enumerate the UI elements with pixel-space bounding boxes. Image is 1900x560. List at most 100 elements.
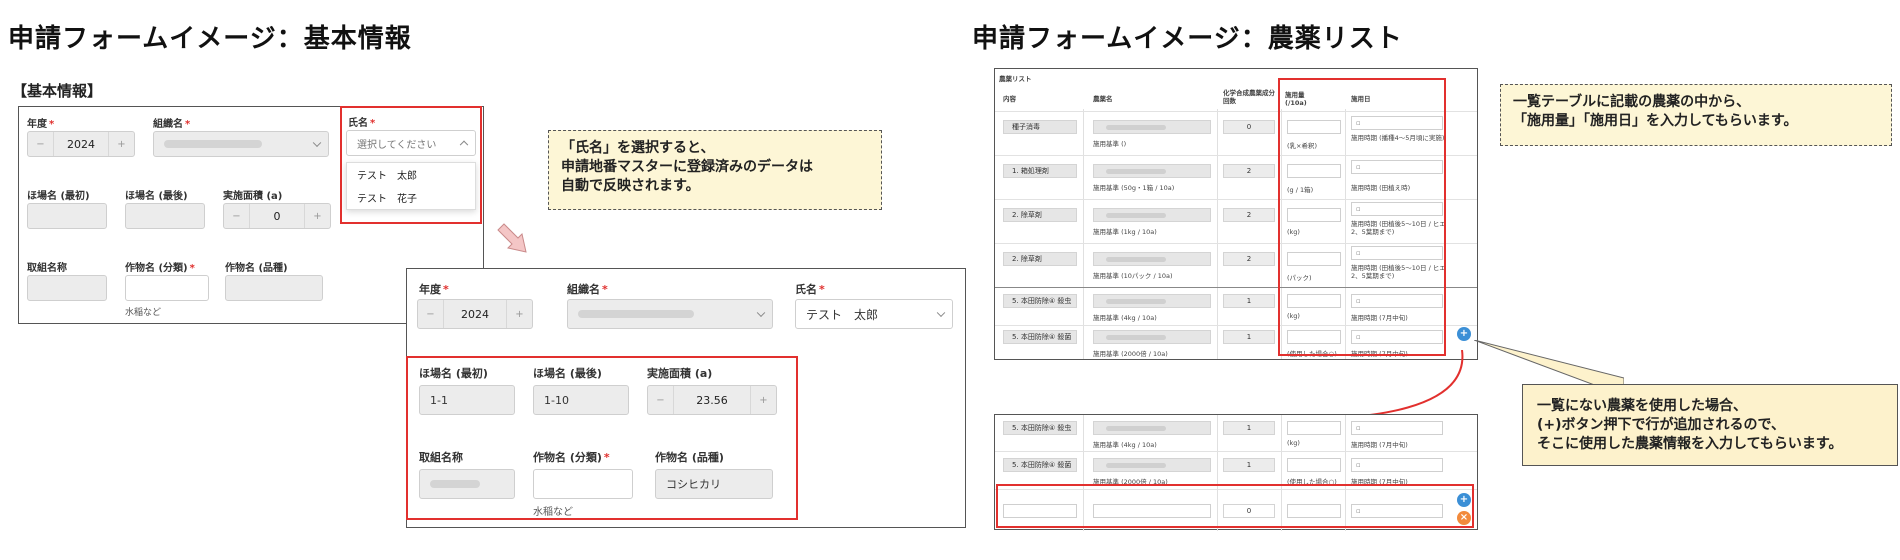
row-pesticide-name: x (1093, 252, 1211, 266)
date-input[interactable]: ▫ (1351, 458, 1443, 472)
date-input[interactable]: ▫ (1351, 421, 1443, 435)
autofill-highlight-box (406, 356, 798, 520)
org-select[interactable] (567, 299, 773, 329)
year-label: 年度 * (27, 119, 55, 130)
row-pesticide-name: x (1093, 421, 1211, 435)
area-value: 0 (273, 209, 281, 223)
amount-input[interactable] (1287, 458, 1341, 472)
crop-hint: 水稲など (125, 308, 162, 318)
row-content: 5. 本田防除④ 殺菌 (1003, 458, 1077, 472)
year-value: 2024 (67, 137, 95, 151)
table-row: 5. 本田防除④ 殺虫 x 施用基準 (4kg / 10a) 1 (kg) ▫ … (995, 415, 1477, 451)
note-line: 「氏名」を選択すると、 (561, 140, 715, 156)
name-label: 氏名 * (348, 118, 376, 129)
plus-icon[interactable]: + (108, 132, 134, 156)
header-count: 化学合成農薬成分回数 (1223, 89, 1275, 105)
table-caption: 農薬リスト (999, 75, 1032, 83)
row-date-note: 施用時期 (7月中旬) (1351, 441, 1408, 449)
row-standard: 施用基準 (4kg / 10a) (1093, 441, 1157, 449)
add-row-button[interactable]: + (1457, 327, 1471, 341)
name-dropdown: テスト 太郎 テスト 花子 (346, 162, 476, 210)
row-unit: (kg) (1287, 439, 1300, 447)
field-last-label: ほ場名 (最後) (125, 191, 188, 202)
minus-icon[interactable]: − (418, 300, 444, 328)
org-label: 組織名 * (153, 119, 191, 130)
org-label: 組織名 * (567, 283, 608, 296)
name-value: テスト 太郎 (806, 307, 879, 322)
section-label: 【基本情報】 (12, 82, 103, 100)
note-line: 「施用量」「施用日」を入力してもらいます。 (1513, 113, 1798, 129)
crop-class-label: 作物名 (分類) * (125, 263, 195, 274)
row-count: 2 (1223, 208, 1275, 222)
note-line: 一覧にない農薬を使用した場合、 (1537, 398, 1747, 414)
note-line: そこに使用した農薬情報を入力してもらいます。 (1537, 436, 1843, 452)
row-content: 種子消毒 (1003, 120, 1077, 134)
year-stepper[interactable]: − 2024 + (27, 131, 135, 157)
row-count: 2 (1223, 252, 1275, 266)
org-select[interactable] (153, 131, 329, 157)
row-standard: 施用基準 () (1093, 140, 1127, 148)
row-count: 1 (1223, 294, 1275, 308)
right-title: 申請フォームイメージ：農薬リスト (972, 24, 1403, 54)
note-line: 申請地番マスターに登録済みのデータは (561, 159, 813, 175)
year-value: 2024 (461, 307, 489, 321)
crop-variety-input[interactable] (225, 275, 323, 301)
program-input[interactable] (27, 275, 107, 301)
amount-input[interactable] (1287, 421, 1341, 435)
plus-icon[interactable]: + (506, 300, 532, 328)
row-count: 0 (1223, 120, 1275, 134)
minus-icon[interactable]: − (224, 204, 250, 228)
row-pesticide-name: x (1093, 330, 1211, 344)
name-select[interactable]: 選択してください (346, 130, 476, 156)
name-label: 氏名 * (795, 283, 825, 296)
amount-date-highlight-box (1278, 78, 1446, 356)
plus-icon[interactable]: + (304, 204, 330, 228)
field-last-input[interactable] (125, 203, 205, 229)
row-pesticide-name: x (1093, 458, 1211, 472)
left-title: 申請フォームイメージ：基本情報 (8, 24, 412, 54)
minus-icon[interactable]: − (28, 132, 54, 156)
row-content: 5. 本田防除④ 殺菌 (1003, 330, 1077, 344)
name-select[interactable]: テスト 太郎 (795, 299, 953, 329)
chevron-down-icon (312, 138, 322, 148)
year-label: 年度 * (419, 283, 449, 296)
year-stepper[interactable]: − 2024 + (417, 299, 533, 329)
area-label: 実施面積 (a) (223, 191, 283, 202)
header-content: 内容 (1003, 95, 1016, 103)
row-count: 2 (1223, 164, 1275, 178)
crop-class-input[interactable] (125, 275, 209, 301)
note-add-row: 一覧にない農薬を使用した場合、 (+)ボタン押下で行が追加されるので、 そこに使… (1522, 384, 1898, 466)
row-standard: 施用基準 (1kg / 10a) (1093, 228, 1157, 236)
field-first-label: ほ場名 (最初) (27, 191, 90, 202)
row-standard: 施用基準 (4kg / 10a) (1093, 314, 1157, 322)
name-option[interactable]: テスト 太郎 (347, 163, 475, 186)
row-content: 5. 本田防除④ 殺虫 (1003, 421, 1077, 435)
note-line: (+)ボタン押下で行が追加されるので、 (1537, 417, 1785, 433)
chevron-down-icon (756, 308, 766, 318)
row-pesticide-name: x (1093, 120, 1211, 134)
note-auto-fill: 「氏名」を選択すると、 申請地番マスターに登録済みのデータは 自動で反映されます… (548, 130, 882, 210)
name-placeholder: 選択してください (357, 139, 437, 151)
note-enter-amount-date: 一覧テーブルに記載の農薬の中から、 「施用量」「施用日」を入力してもらいます。 (1500, 84, 1892, 146)
program-label: 取組名称 (27, 263, 67, 274)
row-standard: 施用基準 (50g・1箱 / 10a) (1093, 184, 1175, 192)
area-stepper[interactable]: − 0 + (223, 203, 331, 229)
field-first-input[interactable] (27, 203, 107, 229)
name-option[interactable]: テスト 花子 (347, 186, 475, 209)
crop-variety-label: 作物名 (品種) (225, 263, 288, 274)
row-standard: 施用基準 (2000倍 / 10a) (1093, 350, 1168, 358)
new-row-highlight-box (996, 484, 1474, 528)
row-count: 1 (1223, 330, 1275, 344)
chevron-up-icon (459, 140, 469, 150)
header-pesticide: 農薬名 (1093, 95, 1113, 103)
chevron-down-icon (936, 308, 946, 318)
row-count: 1 (1223, 421, 1275, 435)
row-pesticide-name: x (1093, 164, 1211, 178)
row-count: 1 (1223, 458, 1275, 472)
arrow-down-right-icon (497, 223, 527, 253)
note-line: 自動で反映されます。 (561, 178, 700, 194)
row-content: 2. 除草剤 (1003, 208, 1077, 222)
row-pesticide-name: x (1093, 208, 1211, 222)
row-standard: 施用基準 (10パック / 10a) (1093, 272, 1173, 280)
row-content: 5. 本田防除④ 殺虫 (1003, 294, 1077, 308)
